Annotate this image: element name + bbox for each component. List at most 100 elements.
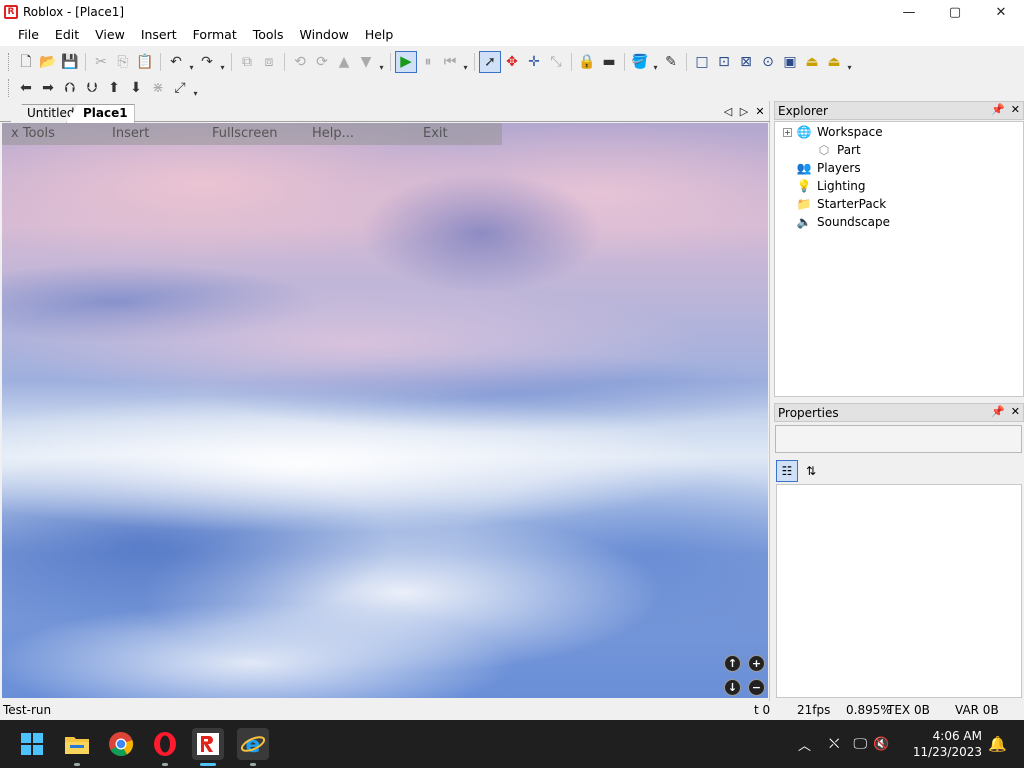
rotate-left-icon[interactable]: ⟲: [289, 51, 311, 73]
copy-icon[interactable]: ⎘: [112, 51, 134, 73]
camera-tilt-down-icon[interactable]: ↓: [724, 679, 741, 696]
windows-start-icon[interactable]: [16, 728, 48, 760]
tree-item-part[interactable]: ⬡ Part: [816, 141, 861, 159]
redo-icon[interactable]: ↷: [196, 51, 218, 73]
speaker-muted-icon[interactable]: 🔇: [873, 737, 889, 752]
material-icon[interactable]: ✎: [660, 51, 682, 73]
menu-help[interactable]: Help: [357, 24, 402, 46]
surface-studs-icon[interactable]: ⊙: [757, 51, 779, 73]
tree-item-workspace[interactable]: + 🌐 Workspace: [783, 123, 883, 141]
camera-overflow-icon[interactable]: ▾: [191, 77, 200, 99]
menu-edit[interactable]: Edit: [47, 24, 87, 46]
close-button[interactable]: ✕: [978, 0, 1024, 24]
camera-tilt-up-icon[interactable]: ↑: [724, 655, 741, 672]
move-up-icon[interactable]: ▲: [333, 51, 355, 73]
game-viewport[interactable]: x Tools Insert Fullscreen Help... Exit ↑…: [2, 123, 768, 698]
fit-view-icon[interactable]: ⤢: [169, 77, 191, 99]
pause-icon[interactable]: ⏸: [417, 51, 439, 73]
toolbar-overflow-icon[interactable]: ▾: [377, 51, 386, 73]
minimize-button[interactable]: —: [886, 0, 932, 24]
surface-overflow-icon[interactable]: ▾: [845, 51, 854, 73]
lock-icon[interactable]: 🔒: [576, 51, 598, 73]
undo-dropdown-icon[interactable]: ▾: [187, 51, 196, 73]
arrow-up-icon[interactable]: ⬆: [103, 77, 125, 99]
roblox-studio-icon[interactable]: [192, 728, 224, 766]
tree-item-players[interactable]: 👥 Players: [796, 159, 861, 177]
tab-scroll-right-icon[interactable]: ▷: [738, 103, 750, 119]
paint-bucket-icon[interactable]: 🪣: [629, 51, 651, 73]
reset-icon[interactable]: ⏮: [439, 51, 461, 73]
paste-icon[interactable]: 📋: [134, 51, 156, 73]
game-menu-help[interactable]: Help...: [312, 123, 354, 145]
menu-insert[interactable]: Insert: [133, 24, 185, 46]
arrow-down-icon[interactable]: ⬇: [125, 77, 147, 99]
cut-icon[interactable]: ✂: [90, 51, 112, 73]
group-icon[interactable]: ⧉: [236, 51, 258, 73]
menu-tools[interactable]: Tools: [245, 24, 292, 46]
tree-item-starterpack[interactable]: 📁 StarterPack: [796, 195, 887, 213]
game-menu-tools[interactable]: x Tools: [11, 123, 55, 145]
resize-icon[interactable]: ⤡: [545, 51, 567, 73]
game-menu-exit[interactable]: Exit: [423, 123, 448, 145]
select-cursor-icon[interactable]: ➚: [479, 50, 501, 73]
properties-object-selector[interactable]: [775, 425, 1022, 453]
play-icon[interactable]: ▶: [395, 50, 417, 73]
move-down-icon[interactable]: ▼: [355, 51, 377, 73]
tab-close-icon[interactable]: ✕: [754, 103, 766, 119]
taskbar-clock[interactable]: 4:06 AM 11/23/2023: [913, 728, 982, 760]
network-disconnected-icon[interactable]: ⛌: [829, 736, 839, 752]
notification-bell-icon[interactable]: 🔔: [988, 735, 1007, 753]
toolbar-grip[interactable]: [8, 52, 12, 71]
pin-icon[interactable]: 📌: [991, 103, 1005, 116]
panel-close-icon[interactable]: ✕: [1011, 103, 1020, 116]
tree-item-soundscape[interactable]: 🔈 Soundscape: [796, 213, 890, 231]
opera-icon[interactable]: [149, 728, 181, 766]
menu-file[interactable]: File: [10, 24, 47, 46]
panel-close-icon[interactable]: ✕: [1011, 405, 1020, 418]
surface-glue-icon[interactable]: ⊡: [713, 51, 735, 73]
camera-zoom-in-icon[interactable]: +: [748, 655, 765, 672]
surface-motor-icon[interactable]: ⏏: [823, 51, 845, 73]
save-icon[interactable]: 💾: [59, 51, 81, 73]
file-explorer-icon[interactable]: [61, 728, 93, 766]
surface-smooth-icon[interactable]: □: [691, 51, 713, 73]
display-icon[interactable]: 🖵: [853, 736, 867, 752]
menu-window[interactable]: Window: [292, 24, 357, 46]
categorized-icon[interactable]: ☷: [776, 460, 798, 482]
chrome-icon[interactable]: [105, 728, 137, 760]
pin-icon[interactable]: 📌: [991, 405, 1005, 418]
turn-down-icon[interactable]: ⮋: [81, 77, 103, 99]
expand-icon[interactable]: +: [783, 127, 792, 137]
surface-inlet-icon[interactable]: ▣: [779, 51, 801, 73]
arrow-left-icon[interactable]: ⬅: [15, 77, 37, 99]
paint-dropdown-icon[interactable]: ▾: [651, 51, 660, 73]
maximize-button[interactable]: ▢: [932, 0, 978, 24]
properties-grid[interactable]: [776, 484, 1022, 698]
tab-place1[interactable]: Place1: [66, 104, 135, 123]
drag-move-icon[interactable]: ✥: [501, 51, 523, 73]
camera-zoom-out-icon[interactable]: −: [748, 679, 765, 696]
menu-format[interactable]: Format: [185, 24, 245, 46]
tree-item-lighting[interactable]: 💡 Lighting: [796, 177, 866, 195]
turn-up-icon[interactable]: ⮉: [59, 77, 81, 99]
zoom-extents-icon[interactable]: ⋇: [147, 77, 169, 99]
menu-view[interactable]: View: [87, 24, 133, 46]
game-menu-insert[interactable]: Insert: [112, 123, 149, 145]
internet-explorer-icon[interactable]: e: [237, 728, 269, 766]
surface-hinge-icon[interactable]: ⏏: [801, 51, 823, 73]
arrow-right-icon[interactable]: ➡: [37, 77, 59, 99]
surface-weld-icon[interactable]: ⊠: [735, 51, 757, 73]
redo-dropdown-icon[interactable]: ▾: [218, 51, 227, 73]
open-folder-icon[interactable]: 📂: [37, 51, 59, 73]
toolbar-grip[interactable]: [8, 78, 12, 97]
tray-overflow-icon[interactable]: ︿: [798, 735, 811, 754]
ungroup-icon[interactable]: ⧈: [258, 51, 280, 73]
new-file-icon[interactable]: 🗋: [15, 51, 37, 73]
undo-icon[interactable]: ↶: [165, 51, 187, 73]
run-overflow-icon[interactable]: ▾: [461, 51, 470, 73]
sort-alphabetical-icon[interactable]: ⇅: [800, 460, 822, 482]
move-axis-icon[interactable]: ✛: [523, 51, 545, 73]
game-menu-fullscreen[interactable]: Fullscreen: [212, 123, 277, 145]
rotate-right-icon[interactable]: ⟳: [311, 51, 333, 73]
anchor-icon[interactable]: ▬: [598, 51, 620, 73]
